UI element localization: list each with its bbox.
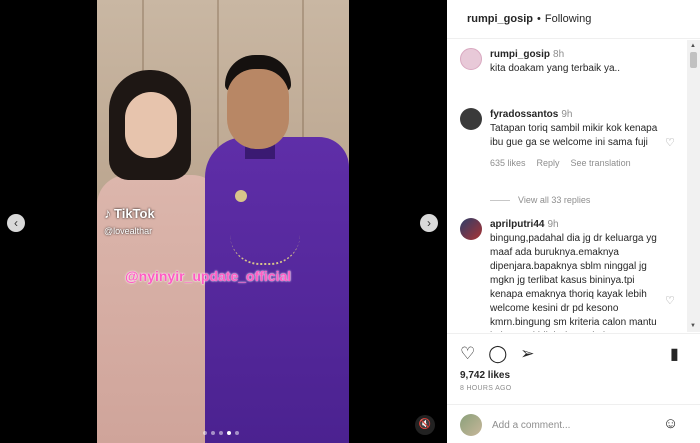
see-translation-button[interactable]: See translation xyxy=(571,156,631,170)
comment-time: 9h xyxy=(547,219,559,230)
header-username[interactable]: rumpi_gosip xyxy=(467,13,533,25)
post-actions: ♡ ◯ ➢ ▮ 9,742 likes 8 HOURS AGO xyxy=(447,333,700,403)
comment-likes[interactable]: 635 likes xyxy=(490,156,526,170)
heart-icon[interactable]: ♡ xyxy=(665,294,675,307)
view-replies-label[interactable]: View all 33 replies xyxy=(518,195,590,205)
man-figure xyxy=(205,55,349,443)
post-media: ♪ TikTok @lovealthar @nyinyir_update_offi… xyxy=(0,0,447,443)
view-replies-button[interactable]: View all 33 replies xyxy=(490,195,590,205)
post-timestamp: 8 HOURS AGO xyxy=(460,385,512,392)
comment-time: 9h xyxy=(561,109,573,120)
scrollbar-thumb[interactable] xyxy=(690,52,697,68)
speaker-muted-icon[interactable]: 🔇 xyxy=(415,415,435,435)
replies-divider xyxy=(490,199,510,201)
post-photo xyxy=(97,0,349,443)
chevron-right-icon[interactable]: › xyxy=(420,214,438,232)
post-sidebar: rumpi_gosip • Following rumpi_gosip 8h ki… xyxy=(447,0,700,443)
avatar xyxy=(460,414,482,436)
caption-text: kita doakam yang terbaik ya.. xyxy=(490,63,621,74)
comment-text: Tatapan toriq sambil mikir kok kenapa ib… xyxy=(490,123,658,148)
carousel-dots xyxy=(203,431,239,435)
scroll-down-icon[interactable]: ▼ xyxy=(690,323,696,329)
instagram-post-modal: ♪ TikTok @lovealthar @nyinyir_update_offi… xyxy=(0,0,700,443)
tiktok-label: TikTok xyxy=(114,206,155,221)
avatar[interactable] xyxy=(460,108,482,130)
caption-username[interactable]: rumpi_gosip xyxy=(490,49,550,60)
comments-scrollbar[interactable]: ▲ ▼ xyxy=(687,40,700,332)
reply-button[interactable]: Reply xyxy=(537,156,560,170)
carousel-dot[interactable] xyxy=(211,431,215,435)
avatar[interactable] xyxy=(460,218,482,240)
likes-count[interactable]: 9,742 likes xyxy=(460,370,510,381)
comment-text: bingung,padahal dia jg dr keluarga yg ma… xyxy=(490,233,657,332)
share-icon[interactable]: ➢ xyxy=(520,344,534,364)
comments-list: rumpi_gosip 8h kita doakam yang terbaik y… xyxy=(447,40,687,332)
carousel-dot-active[interactable] xyxy=(227,431,231,435)
avatar[interactable] xyxy=(460,48,482,70)
carousel-dot[interactable] xyxy=(203,431,207,435)
bookmark-icon[interactable]: ▮ xyxy=(670,344,679,364)
heart-icon[interactable]: ♡ xyxy=(665,136,675,149)
comment-username[interactable]: fyradossantos xyxy=(490,109,558,120)
tiktok-handle: @lovealthar xyxy=(104,226,153,236)
carousel-dot[interactable] xyxy=(235,431,239,435)
scroll-up-icon[interactable]: ▲ xyxy=(690,43,696,49)
watermark-text: @nyinyir_update_official xyxy=(125,268,292,284)
header-separator: • xyxy=(537,13,541,25)
carousel-dot[interactable] xyxy=(219,431,223,435)
follow-status[interactable]: Following xyxy=(545,13,591,25)
caption-time: 8h xyxy=(553,49,565,60)
brooch-icon xyxy=(235,190,247,202)
comment-username[interactable]: aprilputri44 xyxy=(490,219,544,230)
post-header: rumpi_gosip • Following xyxy=(447,0,700,39)
add-comment-bar: ☺ xyxy=(447,404,700,443)
comment-input[interactable] xyxy=(492,415,652,435)
smiley-icon[interactable]: ☺ xyxy=(663,415,678,432)
heart-icon[interactable]: ♡ xyxy=(460,344,475,364)
tiktok-note-icon: ♪ xyxy=(104,205,111,221)
tiktok-logo: ♪ TikTok xyxy=(104,205,155,221)
comment-icon[interactable]: ◯ xyxy=(488,344,507,364)
chevron-left-icon[interactable]: ‹ xyxy=(7,214,25,232)
